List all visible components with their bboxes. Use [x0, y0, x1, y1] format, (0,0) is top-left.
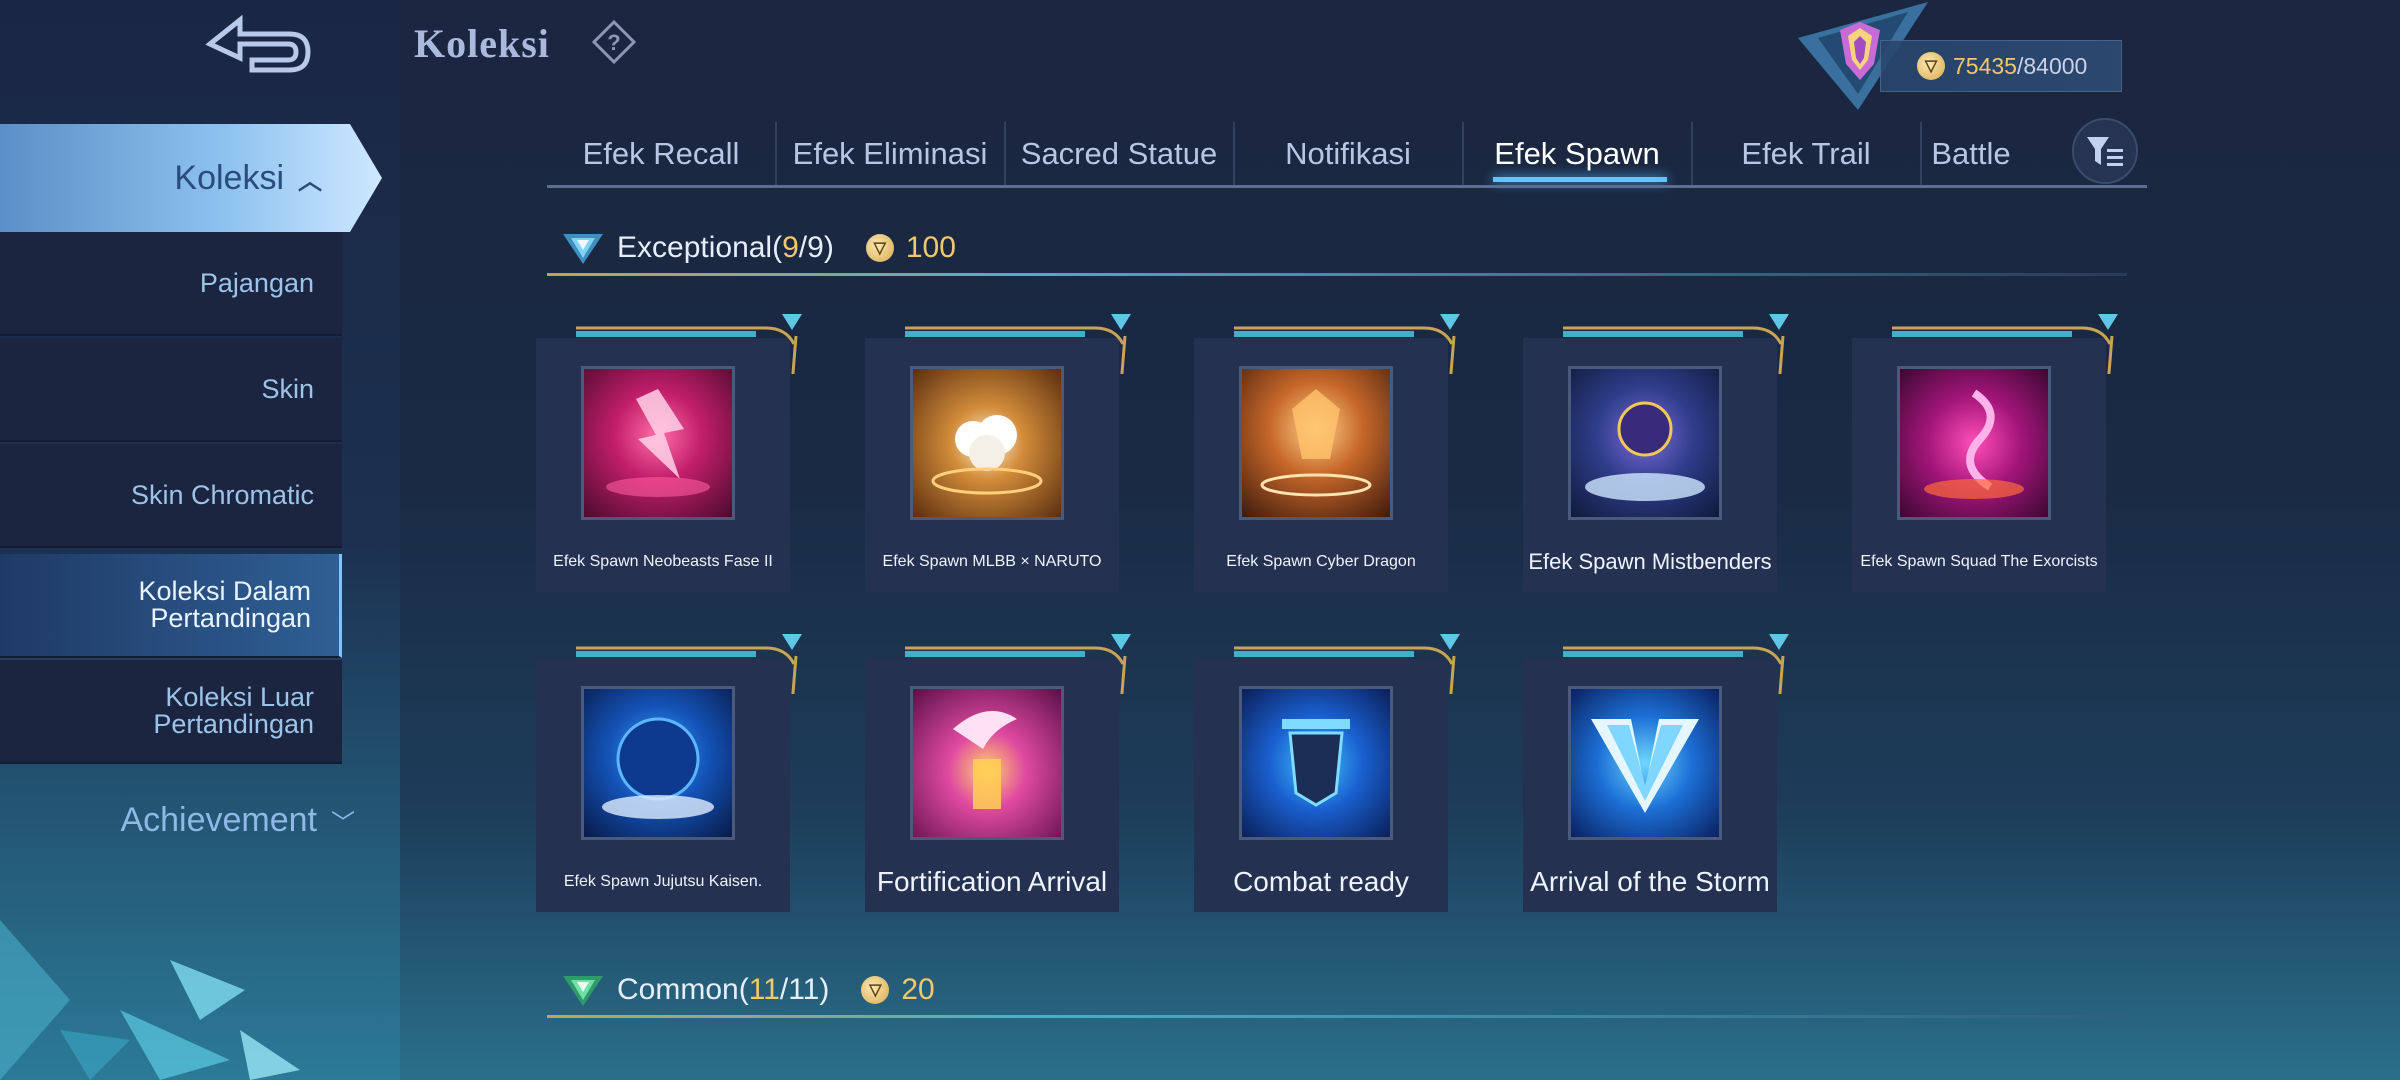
tab-efek-eliminasi[interactable]: Efek Eliminasi — [776, 124, 1004, 184]
decorative-shards — [0, 920, 300, 1080]
sidebar-item-label: Pajangan — [199, 267, 314, 298]
category-tabs: Efek Recall Efek Eliminasi Sacred Statue… — [547, 118, 2147, 190]
effect-thumbnail — [1239, 366, 1393, 520]
card-corner-ornament — [1563, 314, 1789, 374]
tab-notifikasi[interactable]: Notifikasi — [1234, 124, 1462, 184]
chevron-down-icon: ﹀ — [331, 809, 355, 837]
sidebar-item-koleksi-luar-pertandingan[interactable]: Koleksi Luar Pertandingan — [0, 660, 342, 764]
tab-baseline — [547, 185, 2147, 188]
exceptional-tier-icon — [563, 234, 603, 264]
tab-label: Sacred Statue — [1020, 136, 1218, 171]
common-tier-icon — [563, 976, 603, 1006]
collection-card[interactable]: Efek Spawn Jujutsu Kaisen. — [536, 634, 802, 912]
card-corner-ornament — [1892, 314, 2118, 374]
card-label: Arrival of the Storm — [1530, 866, 1770, 898]
effect-thumbnail — [581, 366, 735, 520]
battle-point-coin-icon: ▽ — [861, 976, 890, 1004]
active-tab-indicator — [1493, 177, 1667, 182]
card-corner-ornament — [576, 314, 802, 374]
sidebar-item-skin-chromatic[interactable]: Skin Chromatic — [0, 444, 342, 548]
collection-card[interactable]: Efek Spawn MLBB × NARUTO — [865, 314, 1131, 592]
sidebar-achievement-label: Achievement — [120, 800, 317, 839]
sidebar-item-skin[interactable]: Skin — [0, 338, 342, 442]
effect-thumbnail — [1568, 686, 1722, 840]
section-name: Common — [617, 973, 739, 1006]
back-arrow-icon[interactable] — [190, 10, 320, 80]
tab-label: Efek Eliminasi — [792, 136, 988, 171]
tab-label: Battle — [1931, 136, 2011, 171]
filter-icon — [2087, 137, 2123, 166]
battle-point-coin-icon: ▽ — [865, 234, 894, 262]
section-header-common: Common(11/11) ▽ 20 — [547, 962, 2127, 1018]
sidebar-item-label: Skin Chromatic — [130, 479, 314, 510]
collection-card[interactable]: Efek Spawn Mistbenders — [1523, 314, 1789, 592]
section-reward: 20 — [901, 973, 935, 1006]
battle-point-coin-icon: ▽ — [1917, 52, 1945, 80]
section-name: Exceptional — [617, 231, 773, 264]
card-label: Efek Spawn Jujutsu Kaisen. — [563, 872, 763, 890]
battle-points-display: ▽ 75435/84000 — [1880, 40, 2122, 92]
card-corner-ornament — [1234, 634, 1460, 694]
question-mark-icon[interactable]: ? — [592, 20, 636, 64]
svg-text:?: ? — [607, 30, 620, 55]
collection-card[interactable]: Arrival of the Storm — [1523, 634, 1789, 912]
card-label: Efek Spawn MLBB × NARUTO — [882, 552, 1102, 570]
card-label: Combat ready — [1233, 866, 1409, 898]
tab-efek-spawn[interactable]: Efek Spawn — [1463, 124, 1691, 184]
card-corner-ornament — [905, 634, 1131, 694]
tab-label: Efek Recall — [582, 136, 740, 171]
sidebar-item-koleksi-dalam-pertandingan[interactable]: Koleksi Dalam Pertandingan — [0, 554, 342, 658]
points-max: 84000 — [2023, 52, 2088, 79]
effect-thumbnail — [910, 366, 1064, 520]
card-corner-ornament — [905, 314, 1131, 374]
tab-efek-trail[interactable]: Efek Trail — [1692, 124, 1920, 184]
card-corner-ornament — [576, 634, 802, 694]
effect-thumbnail — [581, 686, 735, 840]
effect-thumbnail — [910, 686, 1064, 840]
card-label: Efek Spawn Squad The Exorcists — [1860, 552, 2098, 570]
effect-thumbnail — [1568, 366, 1722, 520]
tab-efek-recall[interactable]: Efek Recall — [547, 124, 775, 184]
effect-thumbnail — [1897, 366, 2051, 520]
tab-label: Notifikasi — [1285, 136, 1411, 171]
sidebar-item-label: Koleksi Luar Pertandingan — [153, 682, 314, 739]
collection-card[interactable]: Efek Spawn Neobeasts Fase II — [536, 314, 802, 592]
card-label: Efek Spawn Cyber Dragon — [1226, 552, 1416, 570]
card-label: Fortification Arrival — [876, 866, 1108, 898]
section-header-exceptional: Exceptional(9/9) ▽ 100 — [547, 220, 2127, 276]
section-count: 11 — [748, 973, 780, 1006]
sidebar-item-pajangan[interactable]: Pajangan — [0, 232, 342, 336]
card-label: Efek Spawn Mistbenders — [1528, 549, 1772, 575]
section-reward: 100 — [905, 231, 956, 264]
card-label: Efek Spawn Neobeasts Fase II — [553, 552, 773, 570]
tab-sacred-statue[interactable]: Sacred Statue — [1005, 124, 1233, 184]
tab-label: Efek Spawn — [1494, 136, 1660, 171]
collection-card[interactable]: Fortification Arrival — [865, 634, 1131, 912]
tab-label: Efek Trail — [1741, 136, 1871, 171]
sidebar-item-label: Koleksi Dalam Pertandingan — [138, 576, 311, 633]
collection-card[interactable]: Combat ready — [1194, 634, 1460, 912]
card-corner-ornament — [1234, 314, 1460, 374]
filter-button[interactable] — [2072, 118, 2138, 184]
points-current: 75435 — [1953, 52, 2017, 79]
sidebar-main-koleksi[interactable]: Koleksi ︿ — [0, 124, 382, 232]
chevron-up-icon: ︿ — [298, 167, 322, 195]
effect-thumbnail — [1239, 686, 1393, 840]
sidebar-achievement[interactable]: Achievement ﹀ — [0, 790, 355, 850]
collection-card[interactable]: Efek Spawn Squad The Exorcists — [1852, 314, 2118, 592]
card-corner-ornament — [1563, 634, 1789, 694]
sidebar-item-label: Skin — [261, 373, 314, 404]
section-total: 9 — [807, 231, 824, 264]
collection-card[interactable]: Efek Spawn Cyber Dragon — [1194, 314, 1460, 592]
sidebar-main-label: Koleksi — [174, 158, 284, 197]
section-total: 11 — [788, 973, 820, 1006]
page-title: Koleksi — [414, 21, 550, 66]
section-count: 9 — [782, 231, 799, 264]
